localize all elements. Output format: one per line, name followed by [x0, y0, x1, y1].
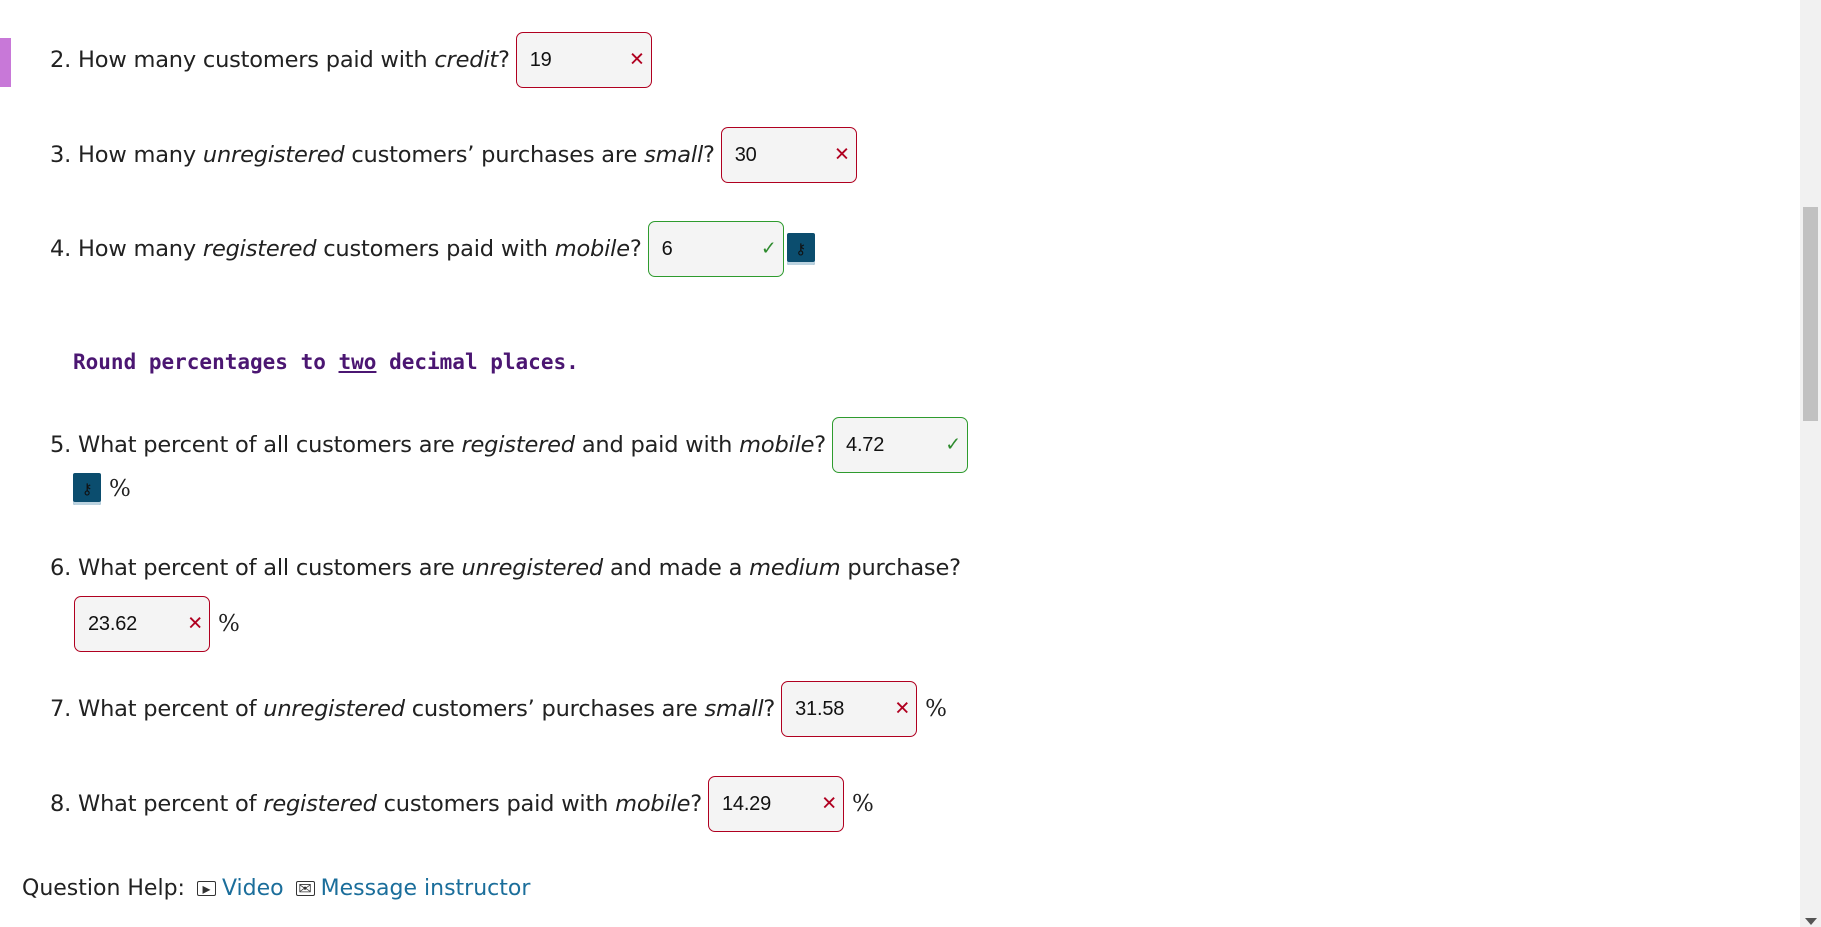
answer-input[interactable]: 19 ✕	[515, 32, 652, 88]
answer-value: 31.58	[795, 697, 845, 720]
question-text: 6. What percent of all customers are unr…	[50, 555, 961, 581]
video-icon: ▸	[196, 879, 216, 898]
question-text: 5. What percent of all customers are reg…	[50, 432, 827, 458]
mail-icon: ✉	[295, 879, 315, 898]
question-2: 2. How many customers paid with credit? …	[50, 30, 652, 90]
video-link-label: Video	[221, 876, 284, 901]
scrollbar-thumb[interactable]	[1803, 207, 1818, 421]
answer-input[interactable]: 14.29 ✕	[707, 776, 844, 832]
incorrect-icon: ✕	[894, 698, 911, 720]
answer-input[interactable]: 23.62 ✕	[74, 596, 210, 652]
key-icon[interactable]: ⚷	[73, 473, 101, 505]
answer-input[interactable]: 6 ✓	[647, 221, 784, 277]
question-accent-bar	[0, 38, 11, 87]
question-text: 8. What percent of registered customers …	[50, 791, 702, 817]
question-text: 4. How many registered customers paid wi…	[50, 236, 642, 262]
question-4: 4. How many registered customers paid wi…	[50, 219, 815, 279]
question-help: Question Help: ▸ Video ✉ Message instruc…	[22, 876, 530, 901]
incorrect-icon: ✕	[187, 613, 203, 635]
incorrect-icon: ✕	[834, 144, 850, 166]
question-help-label: Question Help:	[22, 876, 185, 901]
scroll-down-icon[interactable]	[1805, 918, 1817, 925]
answer-value: 6	[661, 237, 673, 260]
incorrect-icon: ✕	[629, 49, 645, 71]
answer-value: 30	[734, 143, 757, 166]
question-text: 3. How many unregistered customers’ purc…	[50, 142, 715, 168]
percent-sign: %	[218, 611, 240, 637]
percent-sign: %	[851, 791, 874, 817]
question-8: 8. What percent of registered customers …	[50, 774, 874, 834]
answer-value: 4.72	[846, 433, 885, 456]
answer-value: 23.62	[88, 612, 138, 635]
incorrect-icon: ✕	[821, 793, 837, 815]
answer-value: 19	[529, 48, 552, 71]
rounding-instruction: Round percentages to two decimal places.	[73, 350, 579, 374]
question-7: 7. What percent of unregistered customer…	[50, 679, 947, 739]
answer-input[interactable]: 30 ✕	[720, 127, 857, 183]
key-icon[interactable]: ⚷	[786, 233, 815, 265]
percent-sign: %	[925, 696, 947, 722]
correct-icon: ✓	[945, 434, 962, 456]
question-text: 2. How many customers paid with credit?	[50, 47, 510, 73]
answer-input[interactable]: 31.58 ✕	[781, 681, 918, 737]
question-6: 6. What percent of all customers are unr…	[50, 540, 961, 652]
video-link[interactable]: ▸ Video	[196, 876, 284, 901]
correct-icon: ✓	[760, 238, 777, 260]
answer-value: 14.29	[721, 792, 772, 815]
message-instructor-link[interactable]: ✉ Message instructor	[295, 876, 531, 901]
percent-sign: %	[109, 476, 131, 502]
question-text: 7. What percent of unregistered customer…	[50, 696, 776, 722]
vertical-scrollbar[interactable]	[1800, 0, 1821, 927]
question-3: 3. How many unregistered customers’ purc…	[50, 125, 857, 185]
answer-input[interactable]: 4.72 ✓	[832, 417, 969, 473]
question-5: 5. What percent of all customers are reg…	[50, 415, 969, 505]
message-link-label: Message instructor	[320, 876, 531, 901]
